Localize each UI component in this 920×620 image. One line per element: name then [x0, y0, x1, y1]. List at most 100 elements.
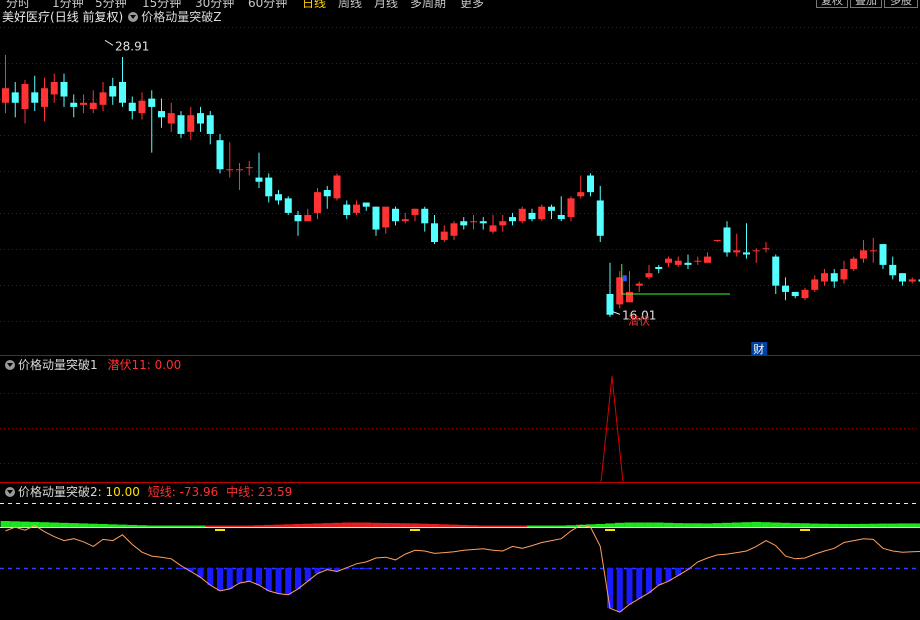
mid-band-bar	[273, 524, 284, 527]
signal-tick	[800, 529, 810, 531]
candle-body-up	[2, 88, 9, 103]
candle-body-up	[635, 283, 643, 286]
mid-band-bar	[263, 524, 274, 527]
candle-body-up	[762, 248, 770, 250]
candle-body-down	[587, 175, 594, 193]
candle-body-down	[596, 200, 604, 236]
short-line	[5, 524, 920, 613]
candle-body-up	[850, 258, 858, 270]
candle-body-up	[860, 250, 867, 259]
mid-band-bar	[692, 523, 703, 527]
mid-band-bar	[507, 525, 518, 527]
mid-band-bar	[302, 523, 313, 527]
short-bar	[636, 568, 643, 599]
mid-band-bar	[59, 522, 69, 527]
candle-body-down	[148, 98, 156, 107]
candle-body-up	[626, 291, 633, 303]
mid-band-bar	[614, 522, 625, 527]
mid-band-bar	[556, 525, 567, 527]
mid-band-bar	[468, 525, 479, 527]
chart-canvas[interactable]: 28.9116.01潜伏财	[0, 0, 920, 620]
candle-body-down	[216, 140, 224, 170]
short-bar	[626, 568, 633, 605]
mid-band-bar	[458, 524, 469, 527]
mid-band-bar	[127, 524, 138, 527]
mid-band-bar	[790, 523, 801, 527]
candlestick-series	[2, 54, 920, 317]
candle-body-up	[236, 169, 243, 171]
candle-body-up	[41, 88, 48, 107]
candle-body-up	[401, 219, 409, 222]
mid-band-bar	[234, 525, 245, 527]
mid-band-bar	[39, 522, 50, 527]
chevron-down-icon[interactable]	[5, 360, 15, 370]
mid-band-bar	[78, 523, 89, 527]
mid-band-bar	[907, 523, 918, 527]
mid-band-bar	[887, 523, 898, 527]
latent-annotation: 潜伏	[628, 313, 650, 327]
panel3-value: : 10.00	[97, 485, 140, 499]
mid-band-bar	[780, 522, 791, 527]
candle-body-down	[128, 102, 136, 112]
mid-band-bar	[380, 522, 391, 527]
signal-marker	[622, 275, 627, 282]
mid-band-bar	[439, 524, 450, 527]
candle-body-down	[772, 256, 780, 286]
candle-body-down	[791, 291, 799, 297]
mid-band-bar	[751, 521, 762, 527]
mid-band-bar	[195, 525, 206, 527]
panel3-indicator-name[interactable]: 价格动量突破2	[18, 485, 98, 499]
candle-body-down	[460, 221, 468, 226]
candle-body-up	[821, 273, 828, 282]
candle-body-down	[743, 252, 750, 255]
mid-band-bar	[449, 524, 459, 527]
short-bar	[207, 568, 214, 586]
candle-body-down	[392, 208, 399, 222]
short-bar	[295, 568, 301, 589]
candle-body-down	[284, 198, 292, 213]
candle-body-down	[109, 86, 117, 97]
candle-body-up	[226, 169, 234, 171]
mid-band-bar	[98, 524, 108, 527]
candle-body-up	[908, 279, 916, 282]
short-bar	[275, 568, 282, 594]
candle-body-up	[665, 258, 672, 263]
candle-body-down	[899, 273, 906, 282]
high-marker-arrow	[104, 39, 114, 46]
candle-body-down	[158, 111, 165, 118]
mid-band-bar	[176, 525, 186, 527]
mid-band-bar	[351, 522, 362, 527]
candle-body-up	[811, 279, 819, 290]
mid-band-bar	[653, 522, 664, 527]
mid-band-bar	[410, 523, 420, 527]
candle-body-down	[343, 204, 351, 215]
candle-body-up	[314, 192, 321, 213]
mid-band-bar	[848, 524, 859, 527]
signal-tick	[605, 529, 615, 531]
mid-band-bar	[644, 522, 654, 527]
mid-band-bar	[731, 522, 742, 527]
mid-band-bar	[156, 525, 167, 527]
short-bar	[285, 568, 292, 595]
signal-tick	[410, 529, 420, 531]
mid-band-bar	[166, 525, 177, 527]
mid-band-bar	[0, 521, 11, 527]
mid-band-bar	[546, 525, 557, 527]
short-bar	[607, 568, 613, 609]
chevron-down-icon[interactable]	[5, 487, 15, 497]
main-indicator-name[interactable]: 价格动量突破Z	[141, 10, 221, 24]
chart-mode: (日线 前复权)	[50, 10, 124, 24]
mid-band-bar	[341, 522, 352, 527]
candle-body-down	[197, 113, 204, 124]
mid-band-bar	[332, 522, 342, 527]
candle-body-up	[518, 208, 526, 222]
high-price-label: 28.91	[115, 39, 149, 53]
mid-band-bar	[205, 525, 216, 527]
candle-body-up	[99, 92, 107, 105]
mid-band-bar	[400, 523, 411, 527]
short-bar	[353, 568, 360, 569]
mid-band-bar	[536, 525, 547, 527]
candle-body-up	[538, 206, 546, 220]
chevron-down-icon[interactable]	[128, 12, 139, 22]
panel2-indicator-name[interactable]: 价格动量突破1	[18, 358, 98, 372]
